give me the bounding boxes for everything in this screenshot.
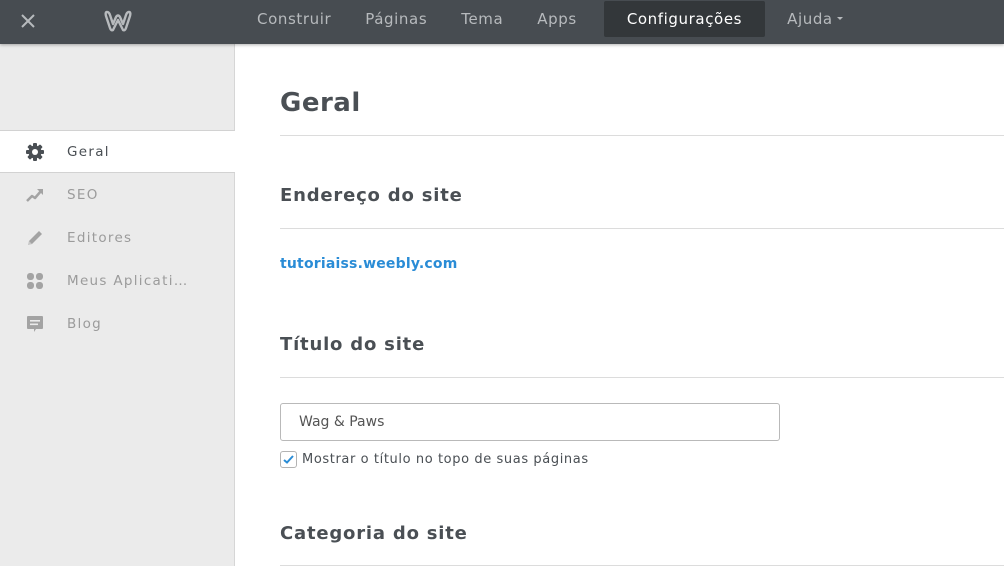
tab-label: Construir (257, 10, 332, 28)
top-navigation-bar: Construir Páginas Tema Apps Configuraçõe… (0, 0, 1004, 44)
tab-apps[interactable]: Apps (520, 1, 594, 37)
trending-up-icon (25, 185, 45, 205)
sidebar-item-seo[interactable]: SEO (0, 173, 235, 216)
tab-label: Ajuda (787, 10, 833, 28)
show-title-label: Mostrar o título no topo de suas páginas (302, 452, 589, 467)
tab-ajuda[interactable]: Ajuda (770, 1, 860, 37)
site-title-input[interactable] (280, 403, 780, 441)
show-title-checkbox[interactable] (280, 451, 297, 468)
apps-grid-icon (25, 271, 45, 291)
tab-label: Apps (537, 10, 577, 28)
sidebar-item-label: SEO (67, 186, 99, 203)
settings-sidebar: Geral SEO Editores Meus Aplicati… Blog (0, 44, 235, 566)
weebly-logo[interactable] (104, 8, 132, 34)
site-address-link[interactable]: tutoriaiss.weebly.com (280, 256, 1004, 272)
site-address-heading: Endereço do site (280, 185, 463, 206)
sidebar-item-label: Geral (67, 143, 110, 160)
show-title-option: Mostrar o título no topo de suas páginas (280, 451, 1004, 468)
divider (280, 135, 1004, 136)
sidebar-item-label: Blog (67, 315, 103, 332)
page-title: Geral (280, 88, 361, 118)
close-button[interactable] (16, 9, 40, 33)
sidebar-item-editores[interactable]: Editores (0, 216, 235, 259)
settings-content: Geral Endereço do site tutoriaiss.weebly… (280, 44, 1004, 566)
tab-configuracoes[interactable]: Configurações (603, 1, 766, 37)
weebly-logo-icon (104, 10, 132, 32)
tab-label: Tema (461, 10, 504, 28)
tab-label: Páginas (365, 10, 428, 28)
tab-construir[interactable]: Construir (240, 1, 348, 37)
sidebar-menu: Geral SEO Editores Meus Aplicati… Blog (0, 130, 235, 345)
tab-tema[interactable]: Tema (444, 1, 520, 37)
pencil-icon (25, 228, 45, 248)
site-category-heading: Categoria do site (280, 523, 468, 544)
tab-label: Configurações (626, 10, 743, 28)
divider (280, 228, 1004, 229)
sidebar-item-label: Meus Aplicati… (67, 272, 189, 289)
close-icon (21, 14, 35, 28)
sidebar-item-blog[interactable]: Blog (0, 302, 235, 345)
sidebar-item-label: Editores (67, 229, 133, 246)
sidebar-item-meus-aplicativos[interactable]: Meus Aplicati… (0, 259, 235, 302)
tab-paginas[interactable]: Páginas (348, 1, 444, 37)
chevron-down-icon (836, 16, 843, 20)
sidebar-item-geral[interactable]: Geral (0, 130, 235, 173)
comment-icon (25, 314, 45, 334)
main-nav: Construir Páginas Tema Apps Configuraçõe… (240, 0, 860, 44)
gear-icon (25, 142, 45, 162)
divider (280, 377, 1004, 378)
checkmark-icon (283, 455, 294, 464)
site-title-heading: Título do site (280, 334, 426, 355)
